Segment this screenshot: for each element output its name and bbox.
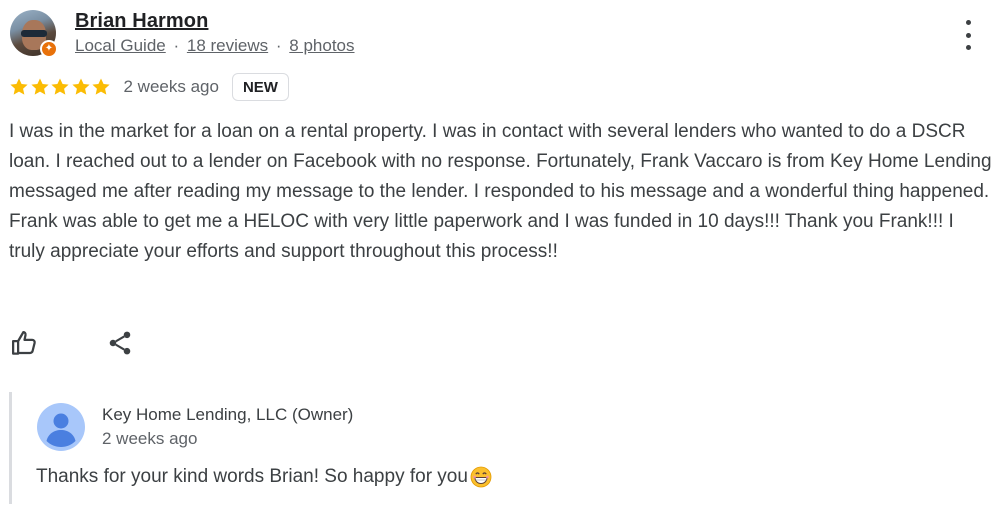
- owner-reply-date: 2 weeks ago: [102, 429, 198, 448]
- owner-reply-text-row: Thanks for your kind words Brian! So hap…: [36, 466, 492, 488]
- new-badge: NEW: [231, 73, 289, 101]
- grinning-face-emoji-icon: [470, 466, 492, 488]
- owner-avatar-icon: [37, 403, 85, 451]
- star-icon: [10, 78, 28, 95]
- reviewer-meta: Local Guide · 18 reviews · 8 photos: [75, 36, 355, 56]
- more-vert-icon[interactable]: [956, 20, 980, 50]
- owner-name: Key Home Lending, LLC (Owner): [102, 405, 354, 424]
- local-guide-link[interactable]: Local Guide: [75, 36, 166, 55]
- star-icon: [51, 78, 69, 95]
- star-icon: [71, 78, 90, 95]
- owner-reply-text: Thanks for your kind words Brian! So hap…: [36, 466, 468, 487]
- star-icon: [30, 78, 49, 95]
- star-icon: [92, 78, 110, 95]
- review-card: ✦ Brian Harmon Local Guide · 18 reviews …: [0, 0, 1002, 512]
- review-text: I was in the market for a loan on a rent…: [9, 121, 992, 262]
- meta-separator: ·: [173, 36, 180, 55]
- reviews-count-link[interactable]: 18 reviews: [187, 36, 268, 55]
- reviewer-avatar[interactable]: ✦: [10, 10, 58, 58]
- rating-row: 2 weeks ago NEW: [9, 72, 289, 102]
- owner-reply: Key Home Lending, LLC (Owner) 2 weeks ag…: [9, 392, 992, 504]
- review-date: 2 weeks ago: [123, 77, 219, 96]
- star-rating: [9, 77, 112, 97]
- local-guide-badge-icon: ✦: [40, 40, 58, 58]
- photos-count-link[interactable]: 8 photos: [289, 36, 354, 55]
- share-icon[interactable]: [106, 329, 134, 357]
- meta-separator: ·: [275, 36, 282, 55]
- reviewer-name-link[interactable]: Brian Harmon: [75, 10, 208, 33]
- thumbs-up-icon[interactable]: [10, 328, 40, 358]
